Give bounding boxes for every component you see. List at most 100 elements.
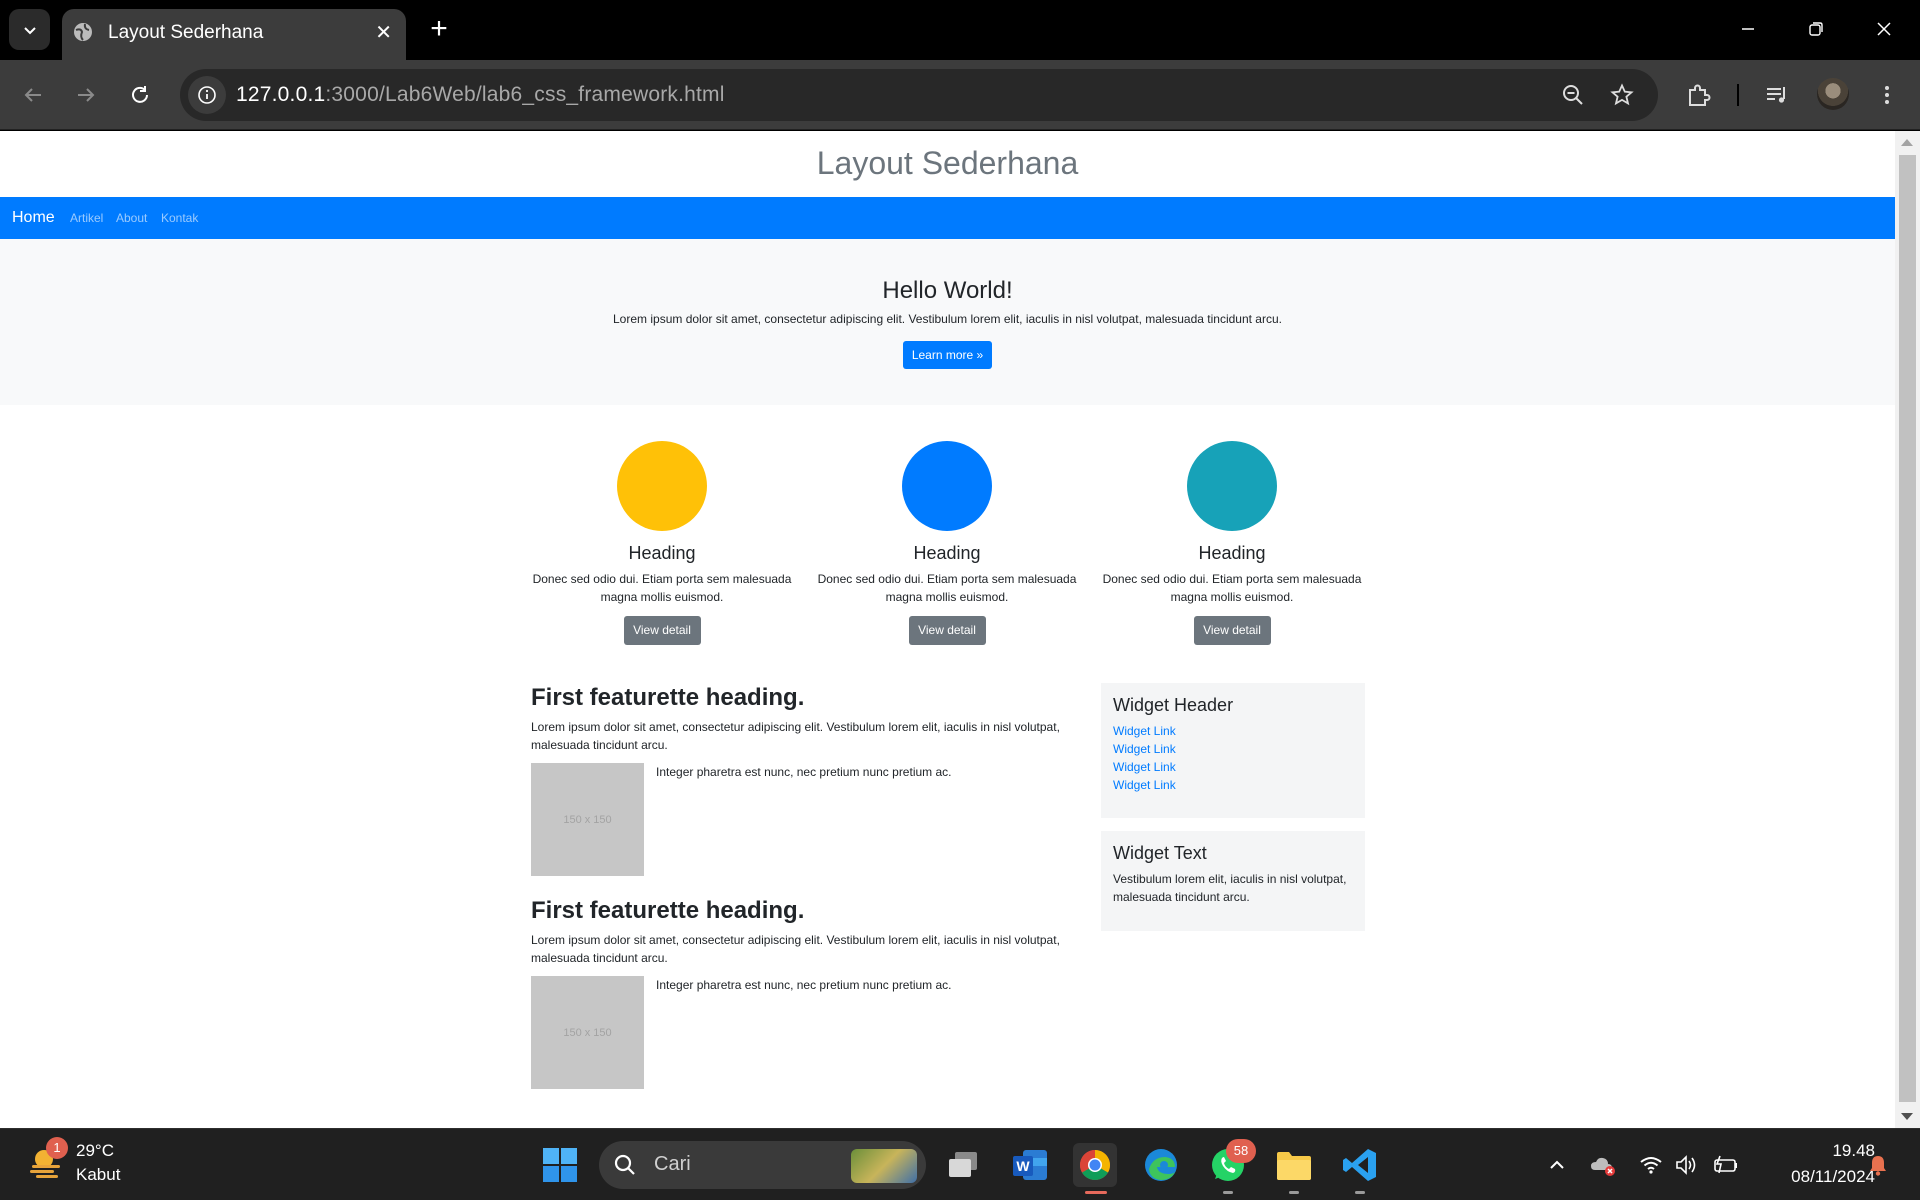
view-detail-button[interactable]: View detail (908, 616, 986, 645)
globe-icon (74, 23, 92, 41)
tab-search-button[interactable] (9, 9, 50, 50)
featurette-2: First featurette heading. Lorem ipsum do… (531, 897, 1071, 1089)
task-view-button[interactable] (941, 1143, 985, 1187)
featurette-heading: First featurette heading. (531, 897, 805, 924)
circle-placeholder (617, 441, 707, 531)
widget-link[interactable]: Widget Link (1113, 740, 1353, 758)
task-view-icon (949, 1152, 977, 1177)
nav-link-about[interactable]: About (116, 197, 147, 239)
tab-close-icon[interactable]: ✕ (375, 19, 392, 47)
zoom-button[interactable] (1559, 81, 1587, 109)
site-info-button[interactable] (188, 76, 226, 114)
zoom-out-icon (1563, 85, 1583, 105)
vscode-app-button[interactable] (1338, 1143, 1382, 1187)
feature-column-1: Heading Donec sed odio dui. Etiam porta … (532, 441, 792, 645)
nav-link-home[interactable]: Home (12, 197, 55, 239)
widget-text-header: Widget Text (1113, 843, 1207, 863)
battery-charging-icon (1714, 1155, 1737, 1174)
close-icon (1877, 22, 1891, 36)
taskbar: 1 29°C Kabut Cari W 58 19.48 08/11/2024 (0, 1128, 1920, 1200)
widget-text-body: Vestibulum lorem elit, iaculis in nisl v… (1113, 872, 1347, 904)
column-text: Donec sed odio dui. Etiam porta sem male… (1102, 572, 1362, 604)
puzzle-icon (1689, 84, 1711, 106)
scroll-up-arrow[interactable] (1901, 139, 1913, 146)
info-icon (198, 86, 216, 104)
cloud-error-icon (1591, 1157, 1615, 1176)
weather-temperature[interactable]: 29°C (76, 1141, 114, 1161)
running-indicator (1289, 1191, 1299, 1194)
taskbar-search[interactable]: Cari (599, 1141, 926, 1189)
widget-link[interactable]: Widget Link (1113, 722, 1353, 740)
browser-menu-button[interactable] (1868, 76, 1906, 114)
playlist-music-icon (1767, 87, 1785, 103)
chrome-app-button[interactable] (1073, 1143, 1117, 1187)
wifi-button[interactable] (1637, 1151, 1665, 1179)
close-window-button[interactable] (1864, 12, 1904, 46)
reload-button[interactable] (121, 76, 159, 114)
edge-app-button[interactable] (1139, 1143, 1183, 1187)
file-explorer-button[interactable] (1272, 1143, 1316, 1187)
scroll-down-arrow[interactable] (1901, 1113, 1913, 1120)
page-viewport: Layout Sederhana Home Artikel About Kont… (0, 131, 1895, 1128)
clock-time[interactable]: 19.48 (1760, 1141, 1875, 1161)
widget-link[interactable]: Widget Link (1113, 758, 1353, 776)
volume-button[interactable] (1673, 1151, 1701, 1179)
chevron-down-icon (23, 26, 36, 34)
nav-link-artikel[interactable]: Artikel (70, 197, 103, 239)
reload-icon (132, 86, 148, 103)
nav-link-kontak[interactable]: Kontak (161, 197, 198, 239)
placeholder-image: 150 x 150 (531, 763, 644, 876)
onedrive-button[interactable] (1589, 1151, 1617, 1179)
windows-start-icon[interactable] (542, 1147, 578, 1183)
active-tab[interactable]: Layout Sederhana ✕ (62, 9, 406, 60)
toolbar-divider (1737, 84, 1739, 106)
edge-icon (1145, 1149, 1177, 1181)
view-detail-button[interactable]: View detail (623, 616, 701, 645)
folder-icon (1277, 1152, 1311, 1180)
tray-overflow-button[interactable] (1543, 1151, 1571, 1179)
new-tab-button[interactable]: + (422, 12, 456, 46)
column-text: Donec sed odio dui. Etiam porta sem male… (532, 572, 792, 604)
restore-button[interactable] (1796, 12, 1836, 46)
navbar: Home Artikel About Kontak (0, 197, 1895, 239)
widget-header: Widget Header (1113, 695, 1234, 715)
view-detail-button[interactable]: View detail (1193, 616, 1271, 645)
search-highlight-image (851, 1149, 917, 1183)
restore-icon (1809, 22, 1823, 36)
notifications-button[interactable] (1864, 1151, 1892, 1179)
wifi-icon (1640, 1157, 1662, 1174)
column-heading: Heading (628, 543, 696, 563)
whatsapp-badge: 58 (1226, 1139, 1256, 1163)
feature-column-2: Heading Donec sed odio dui. Etiam porta … (817, 441, 1077, 645)
active-indicator (1085, 1191, 1107, 1194)
forward-button[interactable] (67, 76, 105, 114)
running-indicator (1223, 1191, 1233, 1194)
extensions-button[interactable] (1680, 76, 1718, 114)
widget-link[interactable]: Widget Link (1113, 776, 1353, 794)
jumbotron-heading: Hello World! (882, 277, 1013, 304)
bookmark-button[interactable] (1608, 81, 1636, 109)
page-scrollbar[interactable] (1895, 131, 1920, 1128)
learn-more-button[interactable]: Learn more » (903, 341, 992, 369)
bell-icon (1870, 1156, 1886, 1176)
weather-description[interactable]: Kabut (76, 1165, 120, 1185)
clock-date[interactable]: 08/11/2024 (1740, 1167, 1875, 1187)
jumbotron-text: Lorem ipsum dolor sit amet, consectetur … (613, 312, 1282, 326)
speaker-icon (1676, 1155, 1696, 1175)
vscode-icon (1343, 1149, 1376, 1181)
battery-button[interactable] (1711, 1151, 1739, 1179)
media-controls-button[interactable] (1758, 76, 1796, 114)
minimize-button[interactable] (1728, 12, 1768, 46)
profile-avatar[interactable] (1817, 78, 1849, 110)
more-vertical-icon (1885, 86, 1889, 104)
chrome-icon (1079, 1150, 1111, 1181)
scroll-thumb[interactable] (1899, 155, 1916, 1102)
word-icon: W (1013, 1150, 1047, 1180)
placeholder-image: 150 x 150 (531, 976, 644, 1089)
word-app-button[interactable]: W (1008, 1143, 1052, 1187)
address-bar[interactable]: 127.0.0.1:3000/Lab6Web/lab6_css_framewor… (180, 69, 1658, 121)
featurette-heading: First featurette heading. (531, 684, 805, 711)
back-button[interactable] (14, 76, 52, 114)
browser-toolbar: 127.0.0.1:3000/Lab6Web/lab6_css_framewor… (0, 60, 1920, 130)
featurette-lead: Lorem ipsum dolor sit amet, consectetur … (531, 720, 1060, 752)
